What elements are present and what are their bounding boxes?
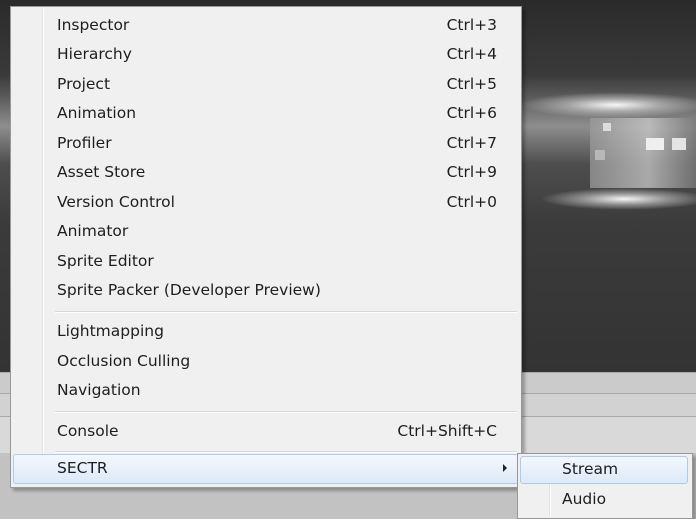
menu-item-label: Asset Store — [57, 163, 146, 181]
menu-separator — [55, 451, 517, 453]
menu-item-label: Lightmapping — [57, 322, 164, 340]
menu-item-profiler[interactable]: Profiler Ctrl+7 — [13, 129, 519, 159]
menu-item-label: Inspector — [57, 16, 130, 34]
menu-item-animation[interactable]: Animation Ctrl+6 — [13, 99, 519, 129]
menu-item-shortcut: Ctrl+7 — [446, 134, 497, 152]
menu-item-sectr[interactable]: SECTR — [13, 454, 519, 484]
scene-floor-glow — [540, 188, 696, 210]
menu-item-label: SECTR — [57, 459, 108, 477]
menu-item-shortcut: Ctrl+3 — [446, 16, 497, 34]
submenu-item-audio[interactable]: Audio — [520, 486, 688, 514]
menu-item-sprite-packer[interactable]: Sprite Packer (Developer Preview) — [13, 276, 519, 306]
scene-block — [646, 138, 664, 150]
menu-item-occlusion-culling[interactable]: Occlusion Culling — [13, 347, 519, 377]
menu-item-shortcut: Ctrl+6 — [446, 104, 497, 122]
menu-item-label: Sprite Packer (Developer Preview) — [57, 281, 321, 299]
menu-item-shortcut: Ctrl+4 — [446, 45, 497, 63]
menu-item-label: Console — [57, 422, 119, 440]
menu-item-label: Project — [57, 75, 111, 93]
menu-item-label: Navigation — [57, 381, 141, 399]
menu-item-hierarchy[interactable]: Hierarchy Ctrl+4 — [13, 40, 519, 70]
menu-item-shortcut: Ctrl+Shift+C — [397, 422, 497, 440]
menu-item-label: Animation — [57, 104, 137, 122]
window-menu-dropdown: Inspector Ctrl+3 Hierarchy Ctrl+4 Projec… — [10, 6, 522, 488]
menu-item-version-control[interactable]: Version Control Ctrl+0 — [13, 188, 519, 218]
menu-item-label: Profiler — [57, 134, 112, 152]
chevron-right-icon — [503, 464, 507, 472]
menu-item-shortcut: Ctrl+5 — [446, 75, 497, 93]
menu-item-label: Occlusion Culling — [57, 352, 191, 370]
menu-separator — [55, 311, 517, 313]
submenu-item-label: Stream — [562, 460, 619, 478]
menu-separator — [55, 411, 517, 413]
submenu-item-label: Audio — [562, 490, 607, 508]
menu-item-sprite-editor[interactable]: Sprite Editor — [13, 247, 519, 277]
scene-block — [595, 150, 605, 160]
menu-item-asset-store[interactable]: Asset Store Ctrl+9 — [13, 158, 519, 188]
menu-item-label: Sprite Editor — [57, 252, 154, 270]
scene-block — [672, 138, 686, 150]
menu-item-shortcut: Ctrl+0 — [446, 193, 497, 211]
menu-item-label: Hierarchy — [57, 45, 132, 63]
submenu-item-stream[interactable]: Stream — [520, 456, 688, 484]
menu-item-console[interactable]: Console Ctrl+Shift+C — [13, 417, 519, 447]
menu-item-navigation[interactable]: Navigation — [13, 376, 519, 406]
menu-item-project[interactable]: Project Ctrl+5 — [13, 70, 519, 100]
menu-item-animator[interactable]: Animator — [13, 217, 519, 247]
scene-light-glow — [520, 92, 696, 118]
menu-item-inspector[interactable]: Inspector Ctrl+3 — [13, 11, 519, 41]
menu-item-label: Animator — [57, 222, 129, 240]
sectr-submenu: Stream Audio — [517, 453, 693, 519]
scene-block — [603, 123, 611, 131]
menu-item-lightmapping[interactable]: Lightmapping — [13, 317, 519, 347]
menu-item-label: Version Control — [57, 193, 175, 211]
menu-item-shortcut: Ctrl+9 — [446, 163, 497, 181]
